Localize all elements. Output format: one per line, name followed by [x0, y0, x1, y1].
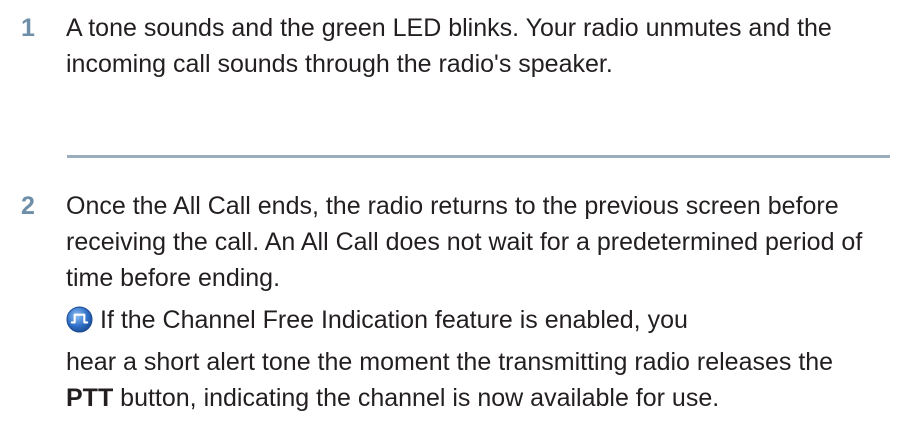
note-text-after: button, indicating the channel is now av… — [120, 384, 720, 412]
note-line-1: If the Channel Free Indication feature i… — [100, 306, 688, 334]
note-first-line: If the Channel Free Indication feature i… — [66, 302, 886, 338]
note-text-before: hear a short alert tone the moment the t… — [66, 348, 834, 376]
step-divider — [67, 155, 890, 158]
step-number: 1 — [21, 14, 35, 42]
step-number: 2 — [21, 192, 35, 220]
feature-note: If the Channel Free Indication feature i… — [66, 302, 886, 416]
ptt-label: PTT — [66, 384, 114, 412]
step-text: Once the All Call ends, the radio return… — [66, 192, 863, 292]
note-body: hear a short alert tone the moment the t… — [66, 344, 886, 416]
channel-free-indication-icon — [66, 306, 93, 333]
step-text: A tone sounds and the green LED blinks. … — [66, 14, 832, 78]
